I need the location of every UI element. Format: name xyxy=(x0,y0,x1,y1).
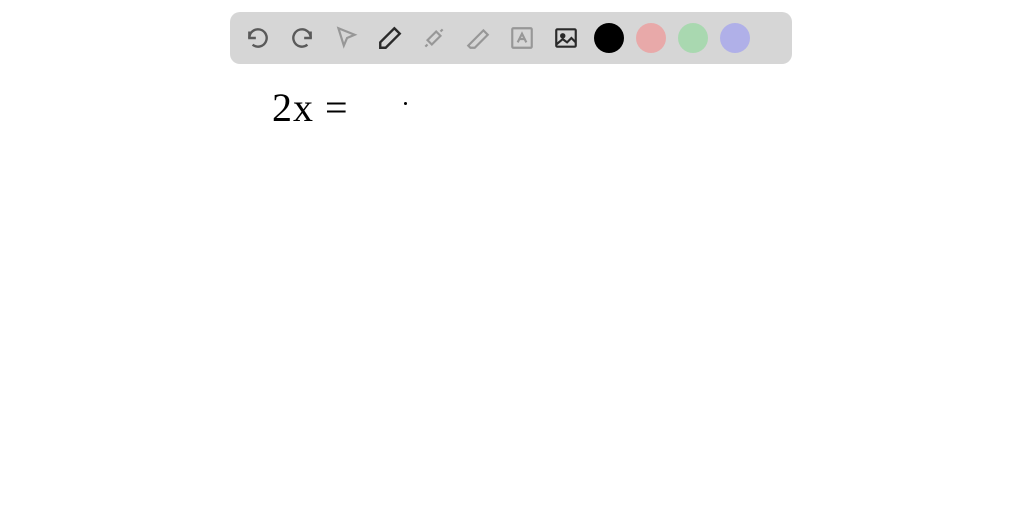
pen-button[interactable] xyxy=(374,22,406,54)
color-purple[interactable] xyxy=(720,23,750,53)
toolbar xyxy=(230,12,792,64)
cursor-icon xyxy=(333,25,359,51)
canvas-handwriting: 2x = xyxy=(272,84,349,131)
redo-icon xyxy=(289,25,315,51)
redo-button[interactable] xyxy=(286,22,318,54)
text-button[interactable] xyxy=(506,22,538,54)
color-pink[interactable] xyxy=(636,23,666,53)
eraser-button[interactable] xyxy=(462,22,494,54)
color-black[interactable] xyxy=(594,23,624,53)
undo-icon xyxy=(245,25,271,51)
pen-icon xyxy=(377,25,403,51)
tools-button[interactable] xyxy=(418,22,450,54)
tools-icon xyxy=(421,25,447,51)
cursor-button[interactable] xyxy=(330,22,362,54)
text-icon xyxy=(509,25,535,51)
undo-button[interactable] xyxy=(242,22,274,54)
canvas-dot xyxy=(404,102,407,105)
color-green[interactable] xyxy=(678,23,708,53)
image-button[interactable] xyxy=(550,22,582,54)
image-icon xyxy=(553,25,579,51)
eraser-icon xyxy=(465,25,491,51)
